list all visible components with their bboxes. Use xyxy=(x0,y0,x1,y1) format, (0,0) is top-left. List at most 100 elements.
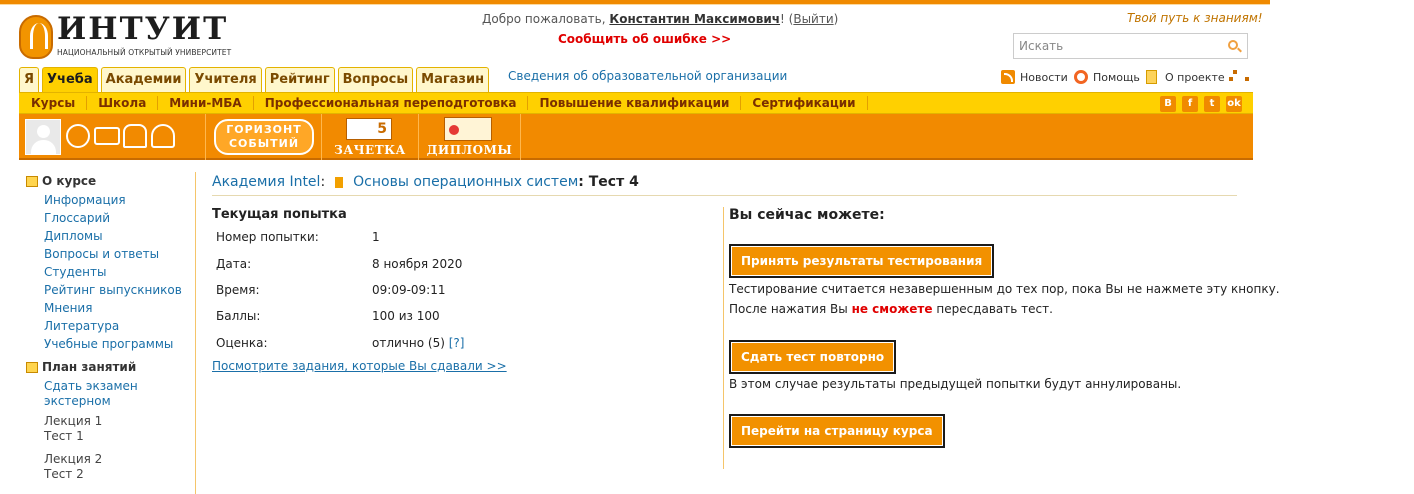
attempt-value: отлично (5) [?] xyxy=(372,336,464,350)
mail-icon[interactable] xyxy=(94,127,120,145)
vk-icon[interactable]: B xyxy=(1160,96,1176,112)
accept-results-button[interactable]: Принять результаты тестирования xyxy=(729,244,995,278)
retake-note: В этом случае результаты предыдущей попы… xyxy=(729,377,1182,391)
accept-note: Тестирование считается незавершенным до … xyxy=(729,282,1280,296)
sidebar-item-students[interactable]: Студенты xyxy=(44,263,194,281)
about-icon xyxy=(1146,70,1157,84)
folder-icon xyxy=(26,175,38,187)
slogan: Твой путь к знаниям! xyxy=(1127,11,1263,25)
attempt-row: Номер попытки: 1 xyxy=(216,230,516,248)
twitter-icon[interactable]: t xyxy=(1204,96,1220,112)
attempt-row: Оценка: отлично (5) [?] xyxy=(216,336,516,354)
tab-shop[interactable]: Магазин xyxy=(416,67,490,93)
retake-test-button[interactable]: Сдать тест повторно xyxy=(729,340,897,374)
news-link[interactable]: Новости xyxy=(1001,70,1068,84)
welcome-prefix: Добро пожаловать, xyxy=(482,12,606,26)
breadcrumb-separator: : xyxy=(320,174,326,190)
event-horizon-button[interactable]: ГОРИЗОНТ СОБЫТИЙ xyxy=(205,114,321,160)
sitemap-link[interactable] xyxy=(1229,70,1249,82)
gradebook-label: ЗАЧЕТКА xyxy=(334,143,406,157)
breadcrumb-academy[interactable]: Академия Intel xyxy=(212,174,320,190)
help-link[interactable]: Помощь xyxy=(1074,70,1140,84)
column-divider xyxy=(723,207,724,469)
tab-me[interactable]: Я xyxy=(19,67,40,93)
accept-warning-pre: После нажатия Вы xyxy=(729,302,848,316)
sidebar-item-qa[interactable]: Вопросы и ответы xyxy=(44,245,194,263)
sidebar-item-literature[interactable]: Литература xyxy=(44,317,194,335)
edu-org-info-link[interactable]: Сведения об образовательной организации xyxy=(508,69,787,83)
tab-teachers[interactable]: Учителя xyxy=(189,67,262,93)
external-exam-link[interactable]: Сдать экзамен экстерном xyxy=(44,379,154,409)
search-box xyxy=(1013,33,1248,59)
view-submitted-tasks-link[interactable]: Посмотрите задания, которые Вы сдавали >… xyxy=(212,359,507,373)
sub-navigation: Курсы Школа Мини-МБА Профессиональная пе… xyxy=(19,92,1253,114)
tab-study[interactable]: Учеба xyxy=(42,67,98,94)
attempt-value: 8 ноября 2020 xyxy=(372,257,463,271)
lesson-plan-heading: План занятий xyxy=(26,359,194,375)
diplomas-button[interactable]: ДИПЛОМЫ xyxy=(418,114,521,160)
sidebar-divider xyxy=(195,172,196,494)
sidebar-item-diplomas[interactable]: Дипломы xyxy=(44,227,194,245)
subnav-qualification[interactable]: Повышение квалификации xyxy=(528,96,742,110)
logout-link[interactable]: Выйти xyxy=(793,12,833,26)
subnav-certification[interactable]: Сертификации xyxy=(741,96,868,110)
tab-academies[interactable]: Академии xyxy=(100,67,187,93)
attempt-value: 09:09-09:11 xyxy=(372,283,446,297)
attempt-title: Текущая попытка xyxy=(212,207,347,222)
logo-title: ИНТУИТ xyxy=(57,11,229,47)
about-course-heading: О курсе xyxy=(26,173,194,189)
course-icon xyxy=(335,176,344,188)
subnav-courses[interactable]: Курсы xyxy=(31,96,88,110)
breadcrumb-course[interactable]: Основы операционных систем xyxy=(353,174,578,190)
search-icon[interactable] xyxy=(1228,40,1238,50)
alarm-clock-icon[interactable] xyxy=(66,124,90,148)
logo[interactable]: ИНТУИТ НАЦИОНАЛЬНЫЙ ОТКРЫТЫЙ УНИВЕРСИТЕТ xyxy=(19,11,241,63)
sidebar-item-glossary[interactable]: Глоссарий xyxy=(44,209,194,227)
tab-questions[interactable]: Вопросы xyxy=(337,67,414,93)
actions-title: Вы сейчас можете: xyxy=(729,207,885,223)
logo-subtitle: НАЦИОНАЛЬНЫЙ ОТКРЫТЫЙ УНИВЕРСИТЕТ xyxy=(57,48,232,57)
sidebar-item-info[interactable]: Информация xyxy=(44,191,194,209)
sidebar-item-opinions[interactable]: Мнения xyxy=(44,299,194,317)
lecture-2-group: Лекция 2 Тест 2 xyxy=(26,452,194,482)
go-to-course-button[interactable]: Перейти на страницу курса xyxy=(729,414,945,448)
diploma-icon xyxy=(444,117,492,141)
sidebar-item-programs[interactable]: Учебные программы xyxy=(44,335,194,353)
attempt-value: 100 из 100 xyxy=(372,309,440,323)
attempt-key: Оценка: xyxy=(216,336,268,350)
tab-rating[interactable]: Рейтинг xyxy=(264,67,335,93)
attempt-key: Дата: xyxy=(216,257,252,271)
main-tabs: Я Учеба Академии Учителя Рейтинг Вопросы… xyxy=(19,67,490,94)
lifebuoy-icon xyxy=(1074,70,1088,84)
accept-warning-emphasis: не сможете xyxy=(851,302,933,316)
attempt-key: Номер попытки: xyxy=(216,230,319,244)
horizon-line1: ГОРИЗОНТ xyxy=(226,123,302,136)
avatar[interactable] xyxy=(25,119,61,155)
subnav-mini-mba[interactable]: Мини-МБА xyxy=(158,96,254,110)
bell-icon[interactable] xyxy=(151,124,175,148)
subnav-school[interactable]: Школа xyxy=(87,96,159,110)
horizon-line2: СОБЫТИЙ xyxy=(228,137,300,150)
facebook-icon[interactable]: f xyxy=(1182,96,1198,112)
attempt-key: Баллы: xyxy=(216,309,261,323)
breadcrumb: Академия Intel: Основы операционных сист… xyxy=(212,174,639,190)
lecture-2: Лекция 2 xyxy=(44,452,103,466)
content-divider xyxy=(212,195,1237,196)
about-link[interactable]: О проекте xyxy=(1146,70,1225,84)
attempt-value: 1 xyxy=(372,230,380,244)
odnoklassniki-icon[interactable]: ok xyxy=(1226,96,1242,112)
friends-icon[interactable] xyxy=(123,124,147,148)
sidebar-item-graduate-rating[interactable]: Рейтинг выпускников xyxy=(44,281,194,299)
lecture-1-group: Лекция 1 Тест 1 xyxy=(26,414,194,444)
logo-emblem-icon xyxy=(19,15,53,59)
user-toolbar: ГОРИЗОНТ СОБЫТИЙ 5 ЗАЧЕТКА ДИПЛОМЫ xyxy=(19,114,1253,160)
top-accent-line xyxy=(0,4,1270,5)
report-error-link[interactable]: Сообщить об ошибке >> xyxy=(558,32,731,46)
gradebook-icon: 5 xyxy=(346,118,392,140)
search-input[interactable] xyxy=(1014,34,1214,58)
user-name-link[interactable]: Константин Максимович xyxy=(609,12,780,26)
subnav-retraining[interactable]: Профессиональная переподготовка xyxy=(254,96,529,110)
news-label: Новости xyxy=(1020,70,1068,84)
gradebook-button[interactable]: 5 ЗАЧЕТКА xyxy=(321,114,418,160)
grade-help-link[interactable]: [?] xyxy=(449,336,465,350)
